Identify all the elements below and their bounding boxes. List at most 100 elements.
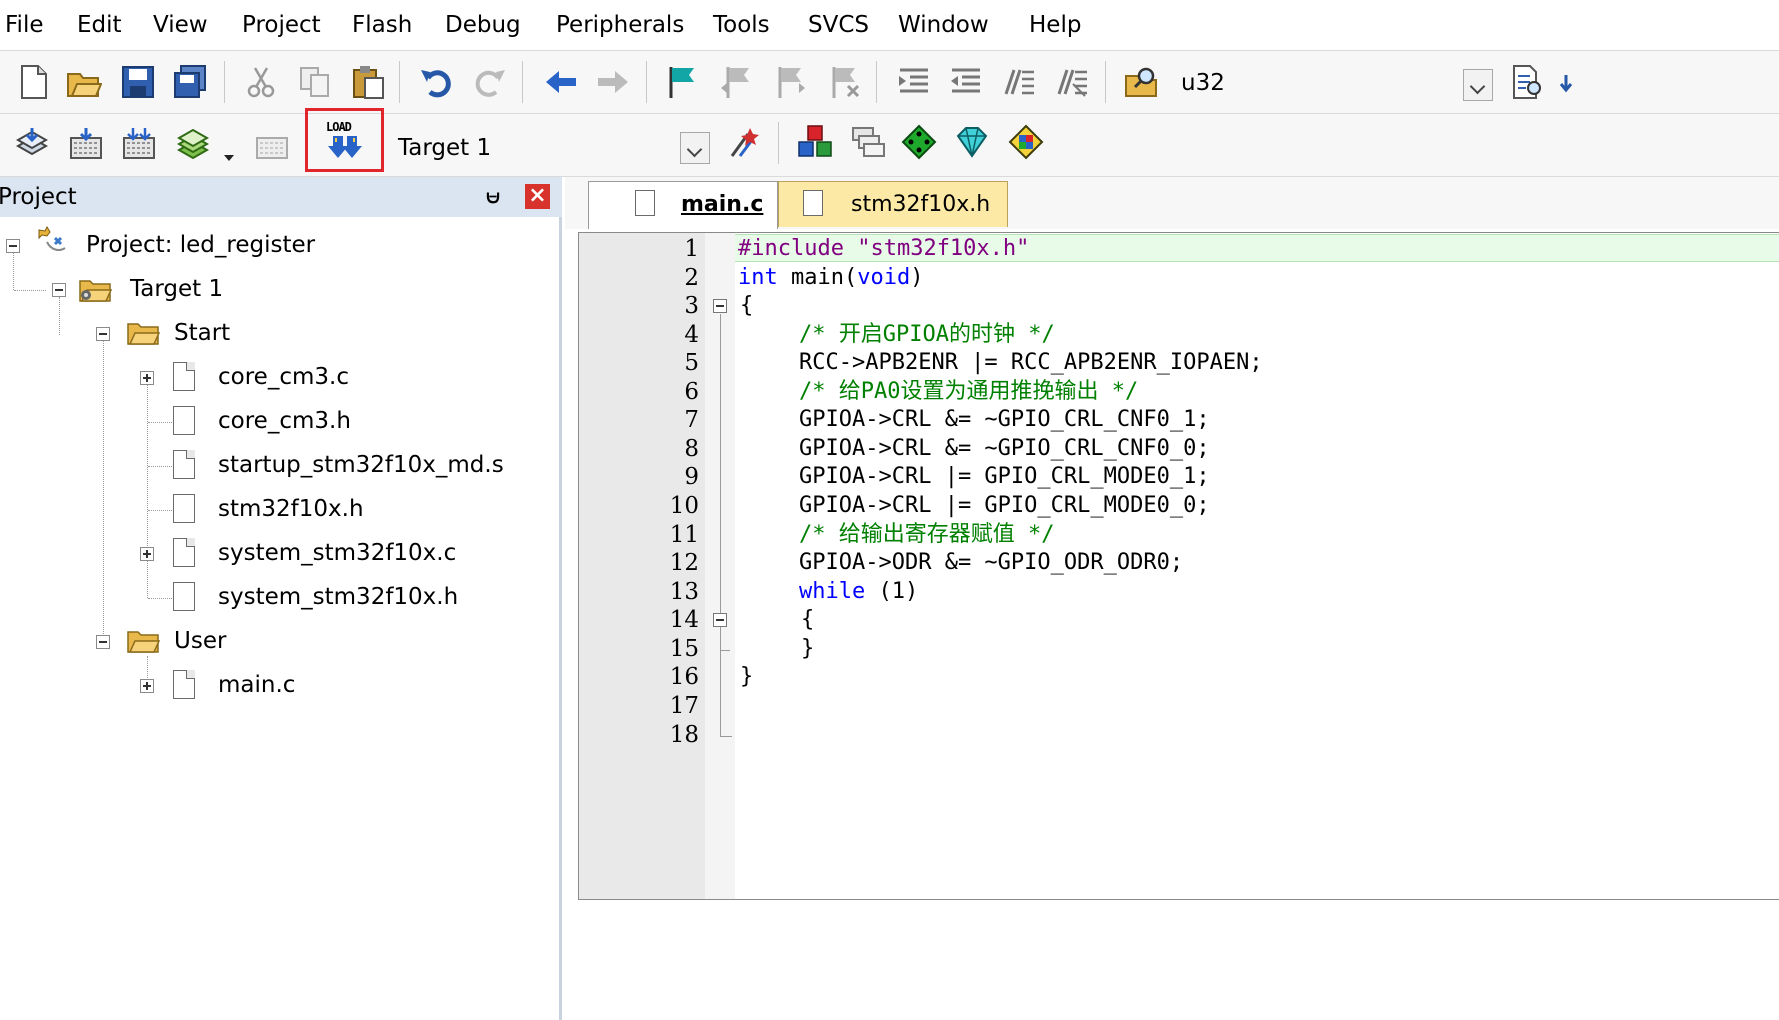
- line-number: 14: [669, 607, 699, 633]
- menu-svcs[interactable]: SVCS: [808, 10, 869, 40]
- next-bookmark-icon[interactable]: [772, 64, 808, 100]
- project-panel-title: Project: [0, 184, 77, 210]
- code-line-7: GPIOA->CRL &= ~GPIO_CRL_CNF0_1;: [799, 407, 1210, 432]
- prev-bookmark-icon[interactable]: [718, 64, 754, 100]
- target-select-dropdown[interactable]: [680, 132, 710, 164]
- batch-build-icon[interactable]: [175, 126, 211, 162]
- file-extensions-icon[interactable]: [850, 124, 886, 160]
- menu-flash[interactable]: Flash: [352, 10, 412, 40]
- fold-toggle-main[interactable]: [713, 299, 727, 313]
- rebuild-icon[interactable]: [121, 126, 157, 162]
- line-number: 10: [669, 493, 699, 519]
- line-number: 4: [684, 322, 699, 348]
- tree-target[interactable]: Target 1: [130, 274, 223, 304]
- tab-stm32f10x-h[interactable]: stm32f10x.h: [778, 181, 1008, 227]
- target-options-icon[interactable]: [726, 124, 762, 160]
- copy-icon[interactable]: [297, 64, 333, 100]
- menu-tools[interactable]: Tools: [713, 10, 770, 40]
- chevron-down-icon[interactable]: [223, 154, 235, 162]
- source-file-icon: [173, 538, 195, 567]
- pin-icon[interactable]: ⩁: [486, 183, 500, 209]
- folder-open-icon: [127, 631, 160, 653]
- menu-debug[interactable]: Debug: [445, 10, 521, 40]
- tree-file-system-h[interactable]: system_stm32f10x.h: [218, 582, 458, 612]
- pack-installer-icon[interactable]: [901, 124, 937, 160]
- header-file-icon: [173, 494, 195, 523]
- tree-line: [148, 598, 172, 599]
- cut-icon[interactable]: [243, 64, 279, 100]
- tab-main-c[interactable]: main.c: [588, 181, 778, 229]
- overflow-arrow-icon[interactable]: [1559, 73, 1573, 95]
- fold-toggle-while[interactable]: [713, 613, 727, 627]
- navigate-forward-icon[interactable]: [595, 64, 631, 100]
- tree-file-main-c[interactable]: main.c: [218, 670, 295, 700]
- save-icon[interactable]: [120, 64, 156, 100]
- bookmark-icon[interactable]: [665, 64, 701, 100]
- menu-edit[interactable]: Edit: [77, 10, 122, 40]
- tree-file-startup[interactable]: startup_stm32f10x_md.s: [218, 450, 504, 480]
- line-number: 12: [669, 550, 699, 576]
- line-number: 2: [684, 265, 699, 291]
- find-in-files-icon[interactable]: [1124, 64, 1160, 100]
- open-folder-icon[interactable]: [66, 64, 102, 100]
- file-toolbar: u32: [0, 51, 1779, 114]
- translate-icon[interactable]: [14, 126, 50, 162]
- manage-components-icon[interactable]: [797, 124, 833, 160]
- code-line-11: /* 给输出寄存器赋值 */: [799, 522, 1055, 547]
- fold-line: [720, 664, 722, 736]
- tree-line: [59, 297, 60, 335]
- navigate-back-icon[interactable]: [543, 64, 579, 100]
- tree-group-user[interactable]: User: [174, 626, 226, 656]
- menu-bar: File Edit View Project Flash Debug Perip…: [0, 0, 1779, 51]
- stop-build-icon[interactable]: [254, 126, 290, 162]
- toolbar-separator: [399, 61, 400, 103]
- tree-collapse-start[interactable]: [96, 327, 110, 341]
- line-number: 6: [684, 379, 699, 405]
- line-number: 18: [669, 722, 699, 748]
- comment-selection-icon[interactable]: [1002, 64, 1038, 100]
- find-combo-dropdown[interactable]: [1463, 69, 1493, 101]
- find-icon[interactable]: [1510, 64, 1546, 100]
- new-file-icon[interactable]: [16, 64, 52, 100]
- tree-file-core-cm3-h[interactable]: core_cm3.h: [218, 406, 351, 436]
- code-line-16: }: [740, 664, 754, 689]
- close-panel-button[interactable]: ×: [525, 184, 550, 209]
- save-all-icon[interactable]: [172, 64, 208, 100]
- tree-file-core-cm3-c[interactable]: core_cm3.c: [218, 362, 349, 392]
- clear-bookmarks-icon[interactable]: [826, 64, 862, 100]
- tree-expand-main-c[interactable]: [140, 679, 154, 693]
- tree-file-system-c[interactable]: system_stm32f10x.c: [218, 538, 456, 568]
- uncomment-selection-icon[interactable]: [1055, 64, 1091, 100]
- tree-collapse-target[interactable]: [52, 283, 66, 297]
- code-line-2: int main(void): [738, 265, 924, 290]
- tree-group-start[interactable]: Start: [174, 318, 230, 348]
- tree-project-root[interactable]: Project: led_register: [86, 230, 315, 260]
- build-icon[interactable]: [68, 126, 104, 162]
- find-combo-text[interactable]: u32: [1181, 68, 1225, 98]
- tree-file-stm32f10x-h[interactable]: stm32f10x.h: [218, 494, 364, 524]
- unindent-icon[interactable]: [948, 64, 984, 100]
- undo-icon[interactable]: [418, 64, 454, 100]
- tree-collapse-user[interactable]: [96, 635, 110, 649]
- tree-line: [14, 290, 46, 291]
- code-line-4: /* 开启GPIOA的时钟 */: [799, 322, 1055, 347]
- download-button[interactable]: LOAD: [325, 120, 365, 164]
- menu-peripherals[interactable]: Peripherals: [556, 10, 684, 40]
- tree-expand-core-cm3-c[interactable]: [140, 371, 154, 385]
- tree-collapse-root[interactable]: [6, 239, 20, 253]
- code-line-13: while (1): [799, 579, 919, 604]
- menu-window[interactable]: Window: [898, 10, 989, 40]
- indent-icon[interactable]: [896, 64, 932, 100]
- menu-view[interactable]: View: [153, 10, 208, 40]
- menu-project[interactable]: Project: [242, 10, 321, 40]
- target-select-text[interactable]: Target 1: [398, 133, 491, 163]
- tree-expand-system-c[interactable]: [140, 547, 154, 561]
- rte-configuration-icon[interactable]: [1008, 124, 1044, 160]
- paste-icon[interactable]: [350, 64, 386, 100]
- select-software-packs-icon[interactable]: [954, 124, 990, 160]
- line-number: 13: [669, 579, 699, 605]
- redo-icon[interactable]: [472, 64, 508, 100]
- menu-help[interactable]: Help: [1029, 10, 1081, 40]
- toolbar-separator: [778, 122, 779, 164]
- menu-file[interactable]: File: [5, 10, 44, 40]
